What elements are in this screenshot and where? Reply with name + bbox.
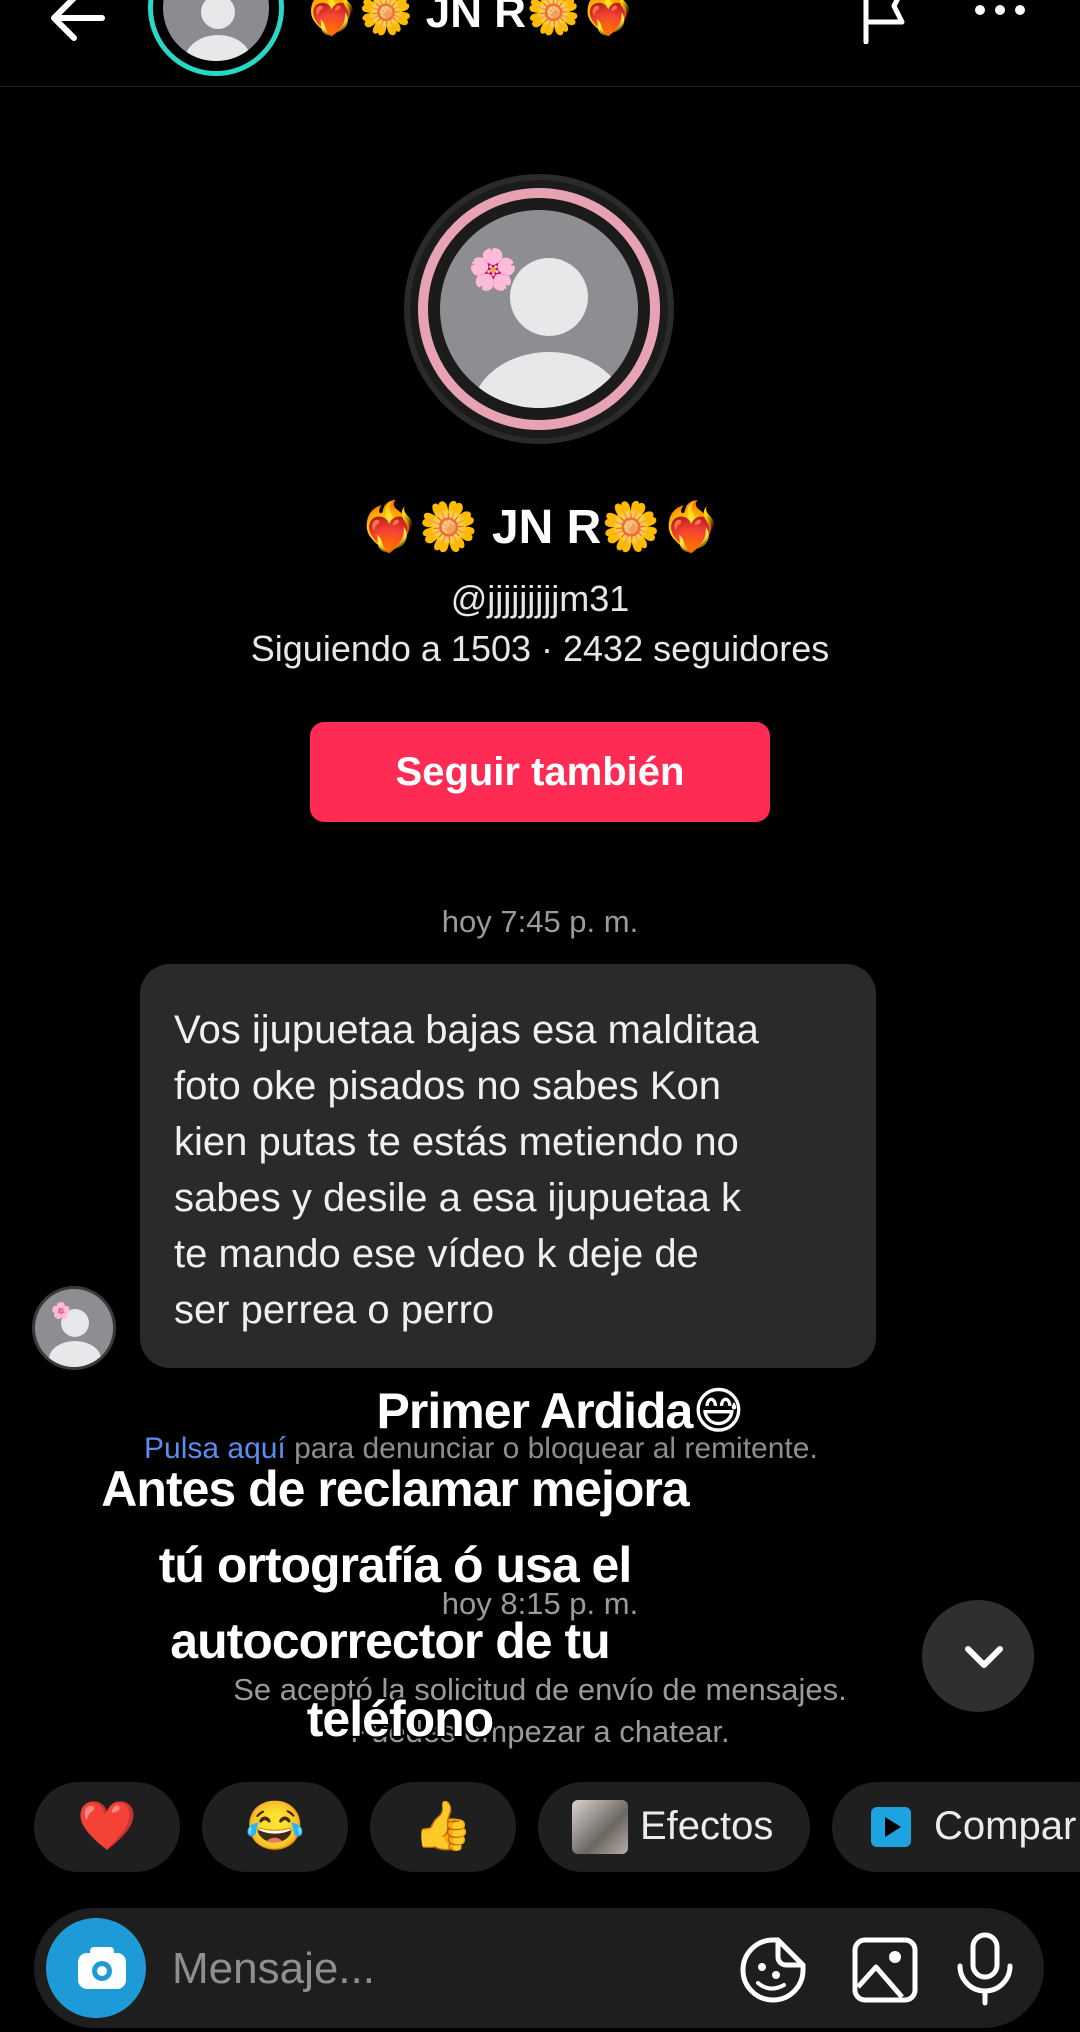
- caption-line-5: teléfono: [306, 1691, 494, 1747]
- back-arrow-icon[interactable]: [44, 0, 114, 48]
- caption-line-2: Antes de reclamar mejora: [101, 1461, 689, 1517]
- message-bubble[interactable]: Vos ijupuetaa bajas esa malditaa foto ok…: [140, 964, 876, 1368]
- camera-icon: [78, 1947, 126, 1989]
- sticker-icon[interactable]: [738, 1935, 808, 2005]
- heart-icon: ❤️: [77, 1800, 137, 1853]
- flower-icon: 🌸: [51, 1303, 71, 1320]
- caption-line-3: tú ortografía ó usa el: [158, 1537, 633, 1593]
- follow-back-button[interactable]: Seguir también: [310, 722, 770, 822]
- message-timestamp: hoy 7:45 p. m.: [441, 904, 639, 939]
- laughing-face-icon: 😂: [245, 1800, 305, 1853]
- image-gallery-icon[interactable]: [850, 1935, 920, 2005]
- caption-line-1: Primer Ardida😅: [376, 1383, 745, 1439]
- chevron-down-icon: [965, 1646, 1003, 1668]
- flag-icon[interactable]: [858, 0, 910, 44]
- scroll-to-bottom-button[interactable]: [922, 1600, 1034, 1712]
- header-contact-name[interactable]: ❤️‍🔥🌼 JN R🌼❤️‍🔥: [304, 0, 636, 38]
- profile-avatar[interactable]: 🌸: [404, 174, 674, 444]
- profile-username: @jjjjjjjjjm31: [450, 578, 630, 619]
- more-horizontal-icon[interactable]: [970, 0, 1030, 20]
- microphone-icon[interactable]: [952, 1932, 1018, 2006]
- camera-button[interactable]: [46, 1918, 146, 2018]
- quick-reaction-thumbs-up[interactable]: 👍: [370, 1782, 516, 1872]
- profile-stats[interactable]: Siguiendo a 1503 · 2432 seguidores: [0, 628, 1080, 670]
- effects-label: Efectos: [640, 1804, 774, 1848]
- profile-display-name: ❤️‍🔥🌼 JN R🌼❤️‍🔥: [359, 501, 721, 554]
- sender-avatar[interactable]: 🌸: [32, 1286, 116, 1370]
- quick-reaction-heart[interactable]: ❤️: [34, 1782, 180, 1872]
- share-label: Compar: [934, 1804, 1077, 1848]
- caption-line-4: autocorrector de tu: [170, 1613, 610, 1669]
- flower-icon: 🌸: [468, 248, 518, 292]
- effects-thumbnail-icon: [572, 1800, 628, 1854]
- play-square-icon: [871, 1807, 911, 1847]
- share-button[interactable]: Compar: [832, 1782, 1080, 1872]
- thumbs-up-icon: 👍: [413, 1800, 473, 1853]
- message-input[interactable]: [170, 1938, 694, 2000]
- message-text: Vos ijupuetaa bajas esa malditaa foto ok…: [174, 1008, 759, 1332]
- effects-button[interactable]: Efectos: [538, 1782, 810, 1872]
- quick-reaction-laugh[interactable]: 😂: [202, 1782, 348, 1872]
